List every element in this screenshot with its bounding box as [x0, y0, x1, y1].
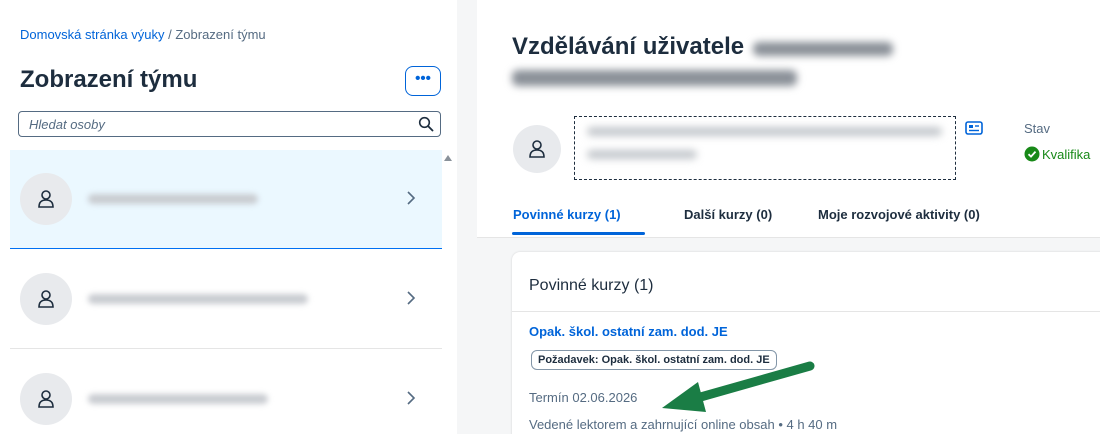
person-name-redacted [88, 394, 268, 404]
person-icon [529, 140, 545, 158]
status-value: Kvalifika [1024, 146, 1090, 162]
person-list-item[interactable] [10, 350, 442, 434]
avatar [20, 173, 72, 225]
user-name-redacted [512, 70, 797, 86]
person-icon [38, 390, 54, 408]
search-people-input[interactable]: Hledat osoby [18, 111, 441, 137]
tab-mandatory-courses[interactable]: Povinné kurzy (1) [513, 207, 621, 222]
search-icon[interactable] [418, 116, 434, 137]
card-divider [512, 311, 1100, 312]
tab-other-courses[interactable]: Další kurzy (0) [684, 207, 772, 222]
course-tabs: Povinné kurzy (1) Další kurzy (0) Moje r… [477, 196, 1100, 238]
deadline-text: Termín 02.06.2026 [529, 390, 638, 405]
breadcrumb: Domovská stránka výuky / Zobrazení týmu [20, 27, 266, 42]
user-name-redacted [753, 42, 893, 56]
search-placeholder: Hledat osoby [29, 117, 105, 132]
person-icon [38, 190, 54, 208]
team-view-panel: Domovská stránka výuky / Zobrazení týmu … [0, 0, 457, 434]
user-avatar [513, 125, 561, 173]
people-list [10, 150, 442, 434]
status-label: Stav [1024, 121, 1051, 136]
scroll-up-icon[interactable] [444, 154, 452, 162]
user-details-redacted [574, 116, 956, 180]
tab-development-activities[interactable]: Moje rozvojové aktivity (0) [818, 207, 980, 222]
status-value-text: Kvalifika [1042, 147, 1091, 162]
course-title-link[interactable]: Opak. škol. ostatní zam. dod. JE [529, 324, 728, 339]
person-name-redacted [88, 294, 308, 304]
more-options-button[interactable]: ••• [405, 66, 441, 96]
course-meta-text: Vedené lektorem a zahrnující online obsa… [529, 417, 838, 432]
card-title: Povinné kurzy (1) [529, 277, 654, 294]
annotation-arrow [662, 361, 815, 412]
person-list-item[interactable] [10, 150, 442, 249]
chevron-right-icon [407, 191, 416, 205]
breadcrumb-home-link[interactable]: Domovská stránka výuky [20, 27, 165, 42]
avatar [20, 373, 72, 425]
chevron-right-icon [407, 391, 416, 405]
user-detail-line-redacted [587, 150, 697, 159]
user-detail-line-redacted [587, 127, 942, 136]
contact-card-icon[interactable] [965, 121, 983, 135]
active-tab-indicator [512, 232, 645, 235]
user-learning-title: Vzdělávání uživatele [512, 33, 745, 60]
chevron-right-icon [407, 291, 416, 305]
breadcrumb-separator: / [164, 27, 176, 42]
person-name-redacted [88, 194, 258, 204]
check-circle-icon [1024, 146, 1040, 162]
breadcrumb-current: Zobrazení týmu [175, 27, 266, 42]
page-title: Zobrazení týmu [20, 66, 198, 93]
person-list-item[interactable] [10, 250, 442, 349]
avatar [20, 273, 72, 325]
person-icon [38, 290, 54, 308]
